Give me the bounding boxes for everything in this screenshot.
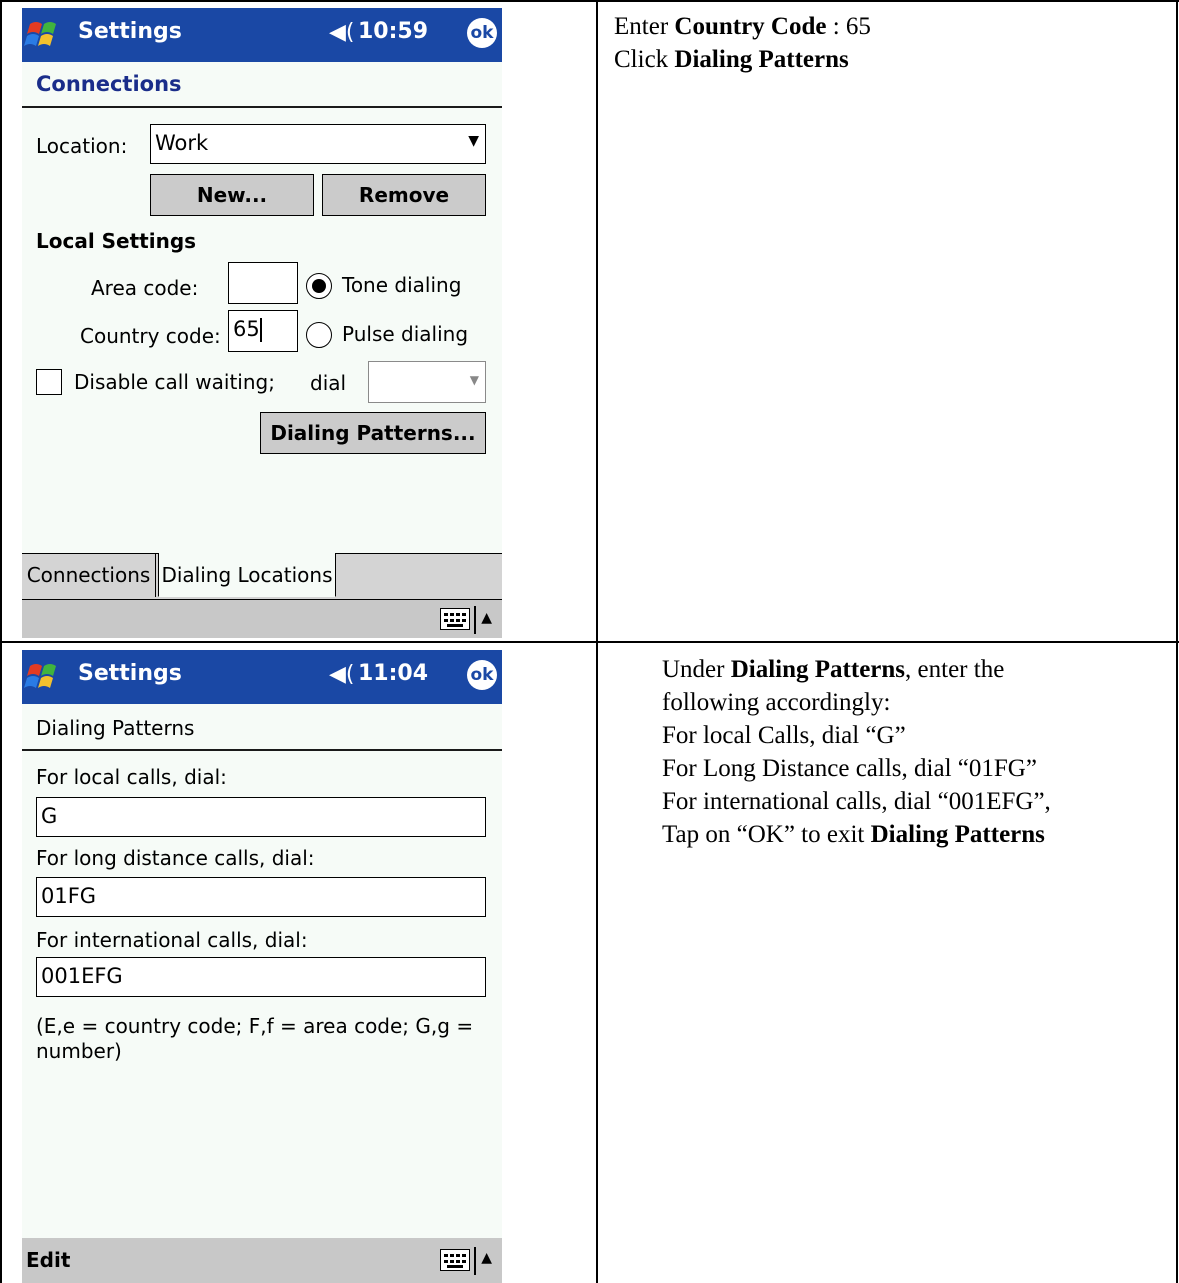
country-code-input[interactable]: 65 — [228, 310, 298, 352]
speaker-icon[interactable]: ◀( — [329, 662, 355, 687]
input-panel-arrow-icon[interactable]: ▲ — [481, 610, 492, 626]
new-location-button[interactable]: New... — [150, 174, 314, 216]
table-border-right — [1176, 0, 1178, 1283]
page-title: Dialing Patterns — [36, 716, 195, 740]
instruction-line: Click Dialing Patterns — [614, 46, 849, 73]
tone-dialing-label: Tone dialing — [342, 273, 462, 297]
keyboard-icon[interactable] — [440, 608, 470, 630]
local-calls-label: For local calls, dial: — [36, 765, 227, 789]
speaker-icon[interactable]: ◀( — [329, 20, 355, 45]
area-code-label: Area code: — [91, 276, 199, 300]
pulse-dialing-radio[interactable] — [306, 322, 332, 348]
instruction-line: For local Calls, dial “G” — [662, 722, 906, 749]
dialing-patterns-button[interactable]: Dialing Patterns... — [260, 412, 486, 454]
local-calls-input[interactable]: G — [36, 797, 486, 837]
header-divider — [22, 749, 502, 751]
tab-dialing-locations[interactable]: Dialing Locations — [158, 553, 336, 597]
app-title: Settings — [78, 19, 182, 44]
country-code-value: 65 — [233, 317, 260, 341]
long-distance-input[interactable]: 01FG — [36, 877, 486, 917]
international-input[interactable]: 001EFG — [36, 957, 486, 997]
remove-location-button[interactable]: Remove — [322, 174, 486, 216]
toolbar-divider — [474, 606, 476, 634]
tab-strip: Connections Dialing Locations — [22, 553, 502, 600]
table-border-middle — [0, 641, 1179, 643]
location-dropdown[interactable]: Work ▼ — [150, 124, 486, 164]
instruction-line: For international calls, dial “001EFG”, — [662, 788, 1051, 815]
disable-call-waiting-label: Disable call waiting; — [74, 370, 275, 394]
international-label: For international calls, dial: — [36, 928, 308, 952]
text-cursor — [259, 318, 262, 342]
screen-dialing-patterns: Settings ◀( 11:04 ok Dialing Patterns Fo… — [22, 650, 502, 1283]
table-border-column — [596, 0, 598, 1283]
location-label: Location: — [36, 134, 128, 158]
windows-start-icon[interactable] — [24, 658, 62, 696]
disable-call-waiting-checkbox[interactable] — [36, 369, 62, 395]
clock-time[interactable]: 11:04 — [358, 661, 428, 686]
call-waiting-dial-dropdown[interactable]: ▼ — [368, 361, 486, 403]
toolbar-divider — [474, 1247, 476, 1275]
dial-label: dial — [310, 371, 347, 395]
instruction-line: Tap on “OK” to exit Dialing Patterns — [662, 821, 1045, 848]
code-legend-line: number) — [36, 1039, 122, 1063]
windows-start-icon[interactable] — [24, 16, 62, 54]
menu-edit[interactable]: Edit — [26, 1248, 70, 1272]
tab-connections[interactable]: Connections — [22, 553, 156, 597]
clock-time[interactable]: 10:59 — [358, 19, 428, 44]
chevron-down-icon: ▼ — [469, 373, 479, 387]
chevron-down-icon: ▼ — [468, 133, 479, 149]
radio-selected-dot — [312, 279, 326, 293]
ok-button[interactable]: ok — [467, 660, 497, 690]
instruction-line: following accordingly: — [662, 689, 891, 716]
keyboard-icon[interactable] — [440, 1249, 470, 1271]
code-legend-text: (E,e = country code; F,f = area code; G,… — [36, 1014, 473, 1064]
header-divider — [22, 106, 502, 108]
input-panel-arrow-icon[interactable]: ▲ — [481, 1250, 492, 1266]
command-bar: Edit ▲ — [22, 1238, 502, 1283]
long-distance-label: For long distance calls, dial: — [36, 846, 315, 870]
instruction-block-1: Enter Country Code : 65 Click Dialing Pa… — [614, 10, 871, 76]
table-border-top — [0, 0, 1179, 2]
location-value: Work — [155, 131, 209, 155]
screen-connections: Settings ◀( 10:59 ok Connections Locatio… — [22, 8, 502, 638]
instruction-line: For Long Distance calls, dial “01FG” — [662, 755, 1037, 782]
pulse-dialing-label: Pulse dialing — [342, 322, 469, 346]
country-code-label: Country code: — [80, 324, 221, 348]
page-title: Connections — [36, 72, 182, 96]
title-bar: Settings ◀( 10:59 ok — [22, 8, 502, 62]
instruction-block-2: Under Dialing Patterns, enter the follow… — [662, 653, 1051, 851]
command-bar: ▲ — [22, 599, 502, 638]
ok-button[interactable]: ok — [467, 18, 497, 48]
code-legend-line: (E,e = country code; F,f = area code; G,… — [36, 1014, 474, 1038]
instruction-line: Enter Country Code : 65 — [614, 13, 871, 40]
app-title: Settings — [78, 661, 182, 686]
title-bar: Settings ◀( 11:04 ok — [22, 650, 502, 704]
instruction-line: Under Dialing Patterns, enter the — [662, 656, 1005, 683]
tone-dialing-radio[interactable] — [306, 273, 332, 299]
table-border-left — [0, 0, 2, 1283]
area-code-input[interactable] — [228, 262, 298, 304]
local-settings-heading: Local Settings — [36, 229, 197, 253]
